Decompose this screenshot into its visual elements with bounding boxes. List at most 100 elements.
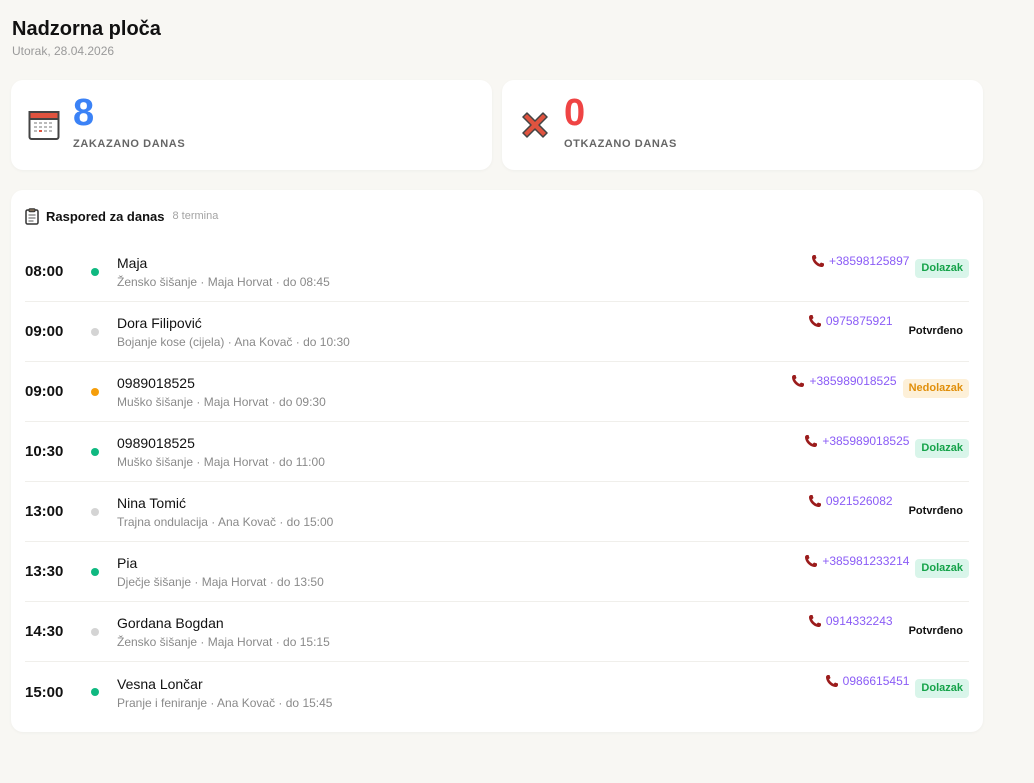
appointment-row[interactable]: 13:30 Pia Dječje šišanje · Maja Horvat ·… xyxy=(25,542,969,602)
phone-icon xyxy=(825,674,839,688)
stats-row: 8 ZAKAZANO DANAS 0 OTKAZANO DANAS xyxy=(11,80,983,170)
appointment-time: 10:30 xyxy=(25,443,64,460)
status-dot xyxy=(91,507,99,516)
phone-link[interactable]: 0986615451 xyxy=(825,674,910,688)
cancelled-count: 0 xyxy=(564,92,586,134)
appointment-time: 13:30 xyxy=(25,563,64,580)
status-badge[interactable]: Dolazak xyxy=(915,259,969,278)
client-name: Maja xyxy=(117,255,148,271)
status-badge[interactable]: Potvrđeno xyxy=(903,322,969,341)
status-dot xyxy=(91,627,99,636)
phone-number: 0921526082 xyxy=(825,494,893,508)
client-name: 0989018525 xyxy=(117,375,195,391)
phone-number: 0986615451 xyxy=(842,674,910,688)
phone-icon xyxy=(808,314,822,328)
status-dot xyxy=(91,387,99,396)
phone-number: +38598125897 xyxy=(829,254,910,268)
status-badge[interactable]: Potvrđeno xyxy=(903,622,969,641)
schedule-title: Raspored za danas xyxy=(46,208,165,224)
page-title: Nadzorna ploča xyxy=(12,18,161,40)
appointment-row[interactable]: 10:30 0989018525 Muško šišanje · Maja Ho… xyxy=(25,422,969,482)
calendar-icon xyxy=(27,108,61,142)
appointment-time: 09:00 xyxy=(25,383,64,400)
appointment-actions: +38598125897 Dolazak xyxy=(811,242,969,301)
appointment-details: Bojanje kose (cijela) · Ana Kovač · do 1… xyxy=(117,335,350,349)
status-badge[interactable]: Dolazak xyxy=(915,679,969,698)
phone-link[interactable]: 0921526082 xyxy=(808,494,893,508)
phone-link[interactable]: 0975875921 xyxy=(808,314,893,328)
appointment-details: Muško šišanje · Maja Horvat · do 09:30 xyxy=(117,395,326,409)
phone-link[interactable]: +385989018525 xyxy=(791,374,897,388)
appointment-row[interactable]: 14:30 Gordana Bogdan Žensko šišanje · Ma… xyxy=(25,602,969,662)
client-name: Nina Tomić xyxy=(117,495,186,511)
status-dot xyxy=(91,447,99,456)
schedule-header: Raspored za danas 8 termina xyxy=(25,190,969,242)
status-badge[interactable]: Dolazak xyxy=(915,559,969,578)
appointment-actions: 0986615451 Dolazak xyxy=(825,662,969,722)
status-badge[interactable]: Potvrđeno xyxy=(903,502,969,521)
appointment-details: Žensko šišanje · Maja Horvat · do 15:15 xyxy=(117,635,330,649)
client-name: Gordana Bogdan xyxy=(117,615,224,631)
phone-icon xyxy=(804,434,818,448)
appointment-list: 08:00 Maja Žensko šišanje · Maja Horvat … xyxy=(25,242,969,722)
appointment-row[interactable]: 08:00 Maja Žensko šišanje · Maja Horvat … xyxy=(25,242,969,302)
appointment-details: Trajna ondulacija · Ana Kovač · do 15:00 xyxy=(117,515,334,529)
client-name: 0989018525 xyxy=(117,435,195,451)
phone-number: 0914332243 xyxy=(825,614,893,628)
schedule-count: 8 termina xyxy=(172,210,219,222)
booked-label: ZAKAZANO DANAS xyxy=(73,138,186,150)
appointment-details: Dječje šišanje · Maja Horvat · do 13:50 xyxy=(117,575,324,589)
appointment-info: Maja Žensko šišanje · Maja Horvat · do 0… xyxy=(117,254,811,289)
appointment-actions: 0921526082 Potvrđeno xyxy=(808,482,969,541)
client-name: Dora Filipović xyxy=(117,315,202,331)
client-name: Vesna Lončar xyxy=(117,675,203,692)
clipboard-icon xyxy=(25,207,41,225)
phone-icon xyxy=(808,494,822,508)
appointment-actions: +385989018525 Dolazak xyxy=(804,422,969,481)
phone-link[interactable]: +38598125897 xyxy=(811,254,909,268)
appointment-row[interactable]: 15:00 Vesna Lončar Pranje i feniranje · … xyxy=(25,662,969,722)
phone-link[interactable]: +385981233214 xyxy=(804,554,909,568)
phone-link[interactable]: 0914332243 xyxy=(808,614,893,628)
status-dot xyxy=(91,567,99,576)
appointment-details: Pranje i feniranje · Ana Kovač · do 15:4… xyxy=(117,695,333,710)
booked-count: 8 xyxy=(73,92,95,134)
appointment-info: Dora Filipović Bojanje kose (cijela) · A… xyxy=(117,314,808,349)
status-dot xyxy=(91,267,99,276)
cancelled-label: OTKAZANO DANAS xyxy=(564,138,677,150)
stat-card-booked: 8 ZAKAZANO DANAS xyxy=(11,80,492,170)
phone-number: +385989018525 xyxy=(809,374,897,388)
appointment-actions: 0914332243 Potvrđeno xyxy=(808,602,969,661)
appointment-time: 13:00 xyxy=(25,503,64,520)
appointment-actions: 0975875921 Potvrđeno xyxy=(808,302,969,361)
appointment-time: 08:00 xyxy=(25,263,64,280)
schedule-card: Raspored za danas 8 termina 08:00 Maja Ž… xyxy=(11,190,983,732)
stat-card-cancelled: 0 OTKAZANO DANAS xyxy=(502,80,983,170)
phone-icon xyxy=(811,254,825,268)
appointment-info: Nina Tomić Trajna ondulacija · Ana Kovač… xyxy=(117,494,808,529)
phone-number: +385989018525 xyxy=(822,434,910,448)
appointment-info: 0989018525 Muško šišanje · Maja Horvat ·… xyxy=(117,434,804,469)
phone-icon xyxy=(808,614,822,628)
status-badge[interactable]: Nedolazak xyxy=(902,379,969,398)
appointment-info: 0989018525 Muško šišanje · Maja Horvat ·… xyxy=(117,374,791,409)
phone-icon xyxy=(804,554,818,568)
appointment-time: 15:00 xyxy=(25,683,64,701)
appointment-actions: +385989018525 Nedolazak xyxy=(791,362,969,421)
appointment-info: Gordana Bogdan Žensko šišanje · Maja Hor… xyxy=(117,614,808,649)
status-dot xyxy=(91,688,99,696)
phone-number: +385981233214 xyxy=(822,554,910,568)
appointment-row[interactable]: 09:00 Dora Filipović Bojanje kose (cijel… xyxy=(25,302,969,362)
appointment-row[interactable]: 09:00 0989018525 Muško šišanje · Maja Ho… xyxy=(25,362,969,422)
appointment-details: Žensko šišanje · Maja Horvat · do 08:45 xyxy=(117,275,330,289)
status-badge[interactable]: Dolazak xyxy=(915,439,969,458)
status-dot xyxy=(91,327,99,336)
appointment-row[interactable]: 13:00 Nina Tomić Trajna ondulacija · Ana… xyxy=(25,482,969,542)
appointment-info: Pia Dječje šišanje · Maja Horvat · do 13… xyxy=(117,554,804,589)
appointment-info: Vesna Lončar Pranje i feniranje · Ana Ko… xyxy=(117,675,825,710)
cross-icon xyxy=(518,108,552,142)
phone-number: 0975875921 xyxy=(825,314,893,328)
appointment-details: Muško šišanje · Maja Horvat · do 11:00 xyxy=(117,455,325,469)
appointment-actions: +385981233214 Dolazak xyxy=(804,542,969,601)
phone-link[interactable]: +385989018525 xyxy=(804,434,909,448)
